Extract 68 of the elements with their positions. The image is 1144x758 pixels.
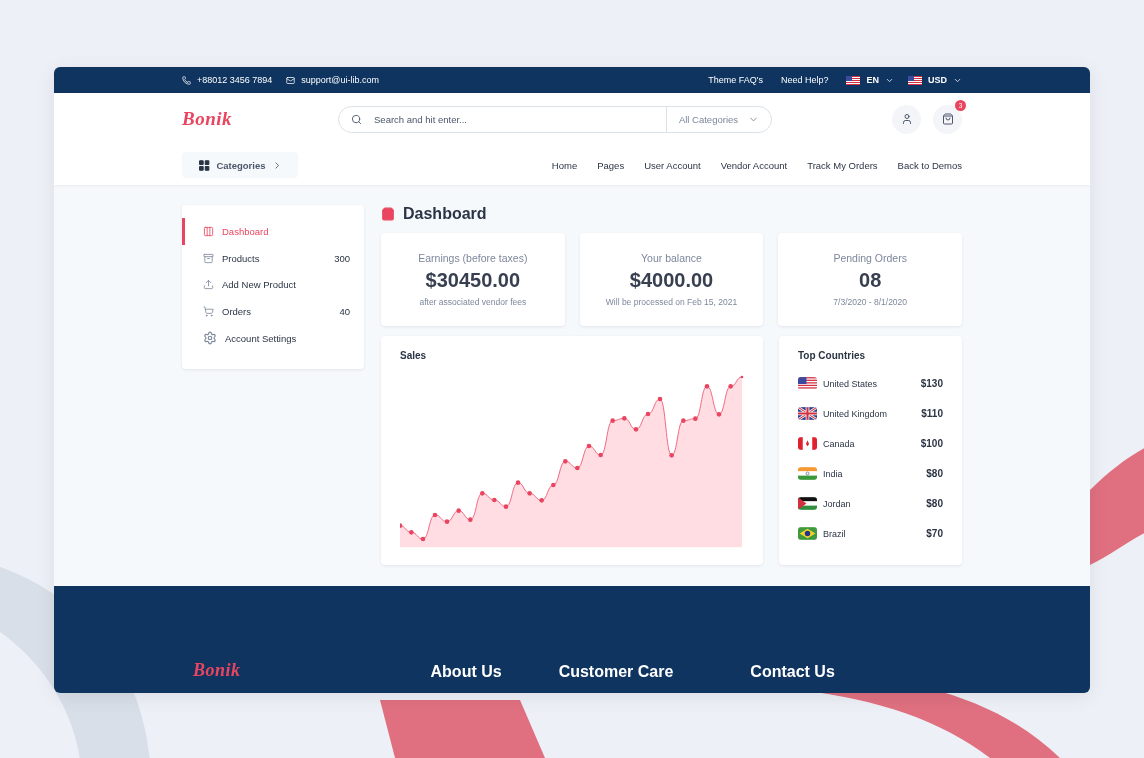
card-title: Sales [400,350,428,361]
category-dropdown[interactable]: All Categories [678,113,739,125]
stat-title: Pending Orders [833,252,907,264]
logo[interactable]: Bonik [182,108,233,130]
flag-icon [846,75,861,85]
cart-icon [203,305,214,317]
box-icon [203,252,214,264]
flag-icon [798,497,817,510]
stat-note: 7/3/2020 - 8/1/2020 [833,297,908,307]
stat-note: Will be processed on Feb 15, 2021 [605,297,738,307]
search-icon [351,113,363,125]
country-name: United States [823,378,878,389]
sidebar-item[interactable]: Orders 40 [182,298,364,325]
stat-value: $4000.00 [629,269,714,292]
country-name: Canada [823,438,855,449]
sidebar-item[interactable]: Dashboard [182,218,364,245]
country-amount: $130 [920,378,943,389]
stat-title: Earnings (before taxes) [418,252,528,264]
nav-link[interactable]: Pages [597,159,625,171]
language-selector[interactable]: EN [866,75,879,85]
flag-icon [908,75,922,85]
flag-icon [798,407,817,420]
country-name: Jordan [823,498,851,509]
sidebar-item[interactable]: Add New Product [182,271,364,299]
account-button[interactable] [892,104,921,134]
nav-link[interactable]: Back to Demos [897,159,962,171]
mail-icon [286,75,296,85]
nav-link[interactable]: Home [551,159,578,171]
bag-icon [941,113,954,125]
country-amount: $80 [926,498,943,509]
nav-link[interactable]: User Account [644,159,701,171]
user-icon [900,113,913,125]
flag-icon [798,377,817,390]
sidebar-item[interactable]: Account Settings [182,324,364,352]
footer-heading: Contact Us [750,663,835,681]
sidebar-item[interactable]: Products 300 [182,244,364,272]
country-amount: $70 [926,528,943,539]
top-link[interactable]: Theme FAQ's [708,75,763,85]
flag-icon [798,527,817,540]
bag-icon [381,207,395,221]
country-amount: $80 [926,468,943,479]
nav-link[interactable]: Track My Orders [807,159,878,171]
currency-selector[interactable]: USD [928,75,947,85]
country-amount: $110 [921,408,943,419]
stat-value: $30450.00 [425,269,521,292]
flag-icon [798,437,817,450]
top-link[interactable]: Need Help? [780,75,829,85]
country-amount: $100 [920,438,943,449]
footer-heading: Customer Care [558,663,674,681]
country-name: United Kingdom [823,408,888,419]
categories-button[interactable]: Categories [182,152,298,178]
phone-number: +88012 3456 7894 [197,75,273,85]
upload-icon [203,279,214,291]
stat-title: Your balance [641,252,702,264]
grid-icon [198,158,211,172]
page-title: Dashboard [403,205,487,223]
settings-icon [203,331,217,346]
columns-icon [203,225,214,237]
phone-icon [182,75,191,85]
stat-value: 08 [859,269,882,292]
card-title: Top Countries [798,350,867,361]
country-name: India [823,468,843,479]
stat-note: after associated vendor fees [419,297,527,307]
email-address: support@ui-lib.com [301,75,379,85]
nav-link[interactable]: Vendor Account [720,159,788,171]
footer-heading: About Us [430,663,502,681]
flag-icon [798,467,817,480]
country-name: Brazil [823,528,846,539]
